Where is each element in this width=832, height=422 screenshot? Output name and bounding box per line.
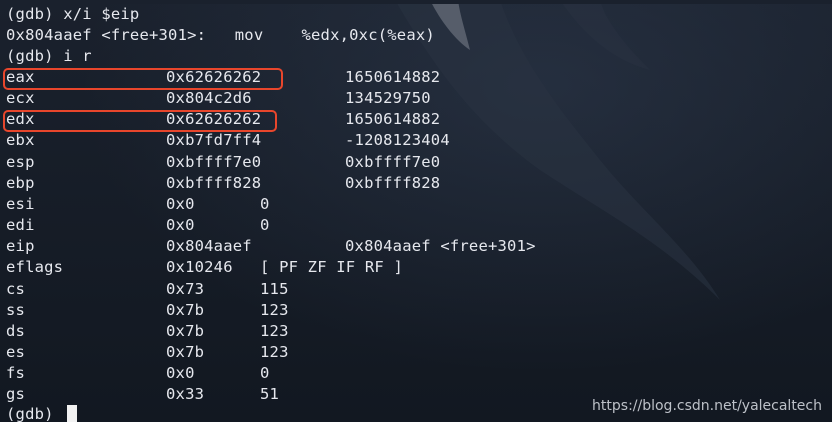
register-hex-value: 0x0: [166, 216, 195, 234]
register-hex-value: 0x7b: [166, 300, 205, 319]
register-name: eflags: [6, 258, 64, 277]
register-name: fs: [6, 364, 26, 383]
register-row-cs: cs 0x73 115: [6, 279, 826, 300]
register-row-edi: edi 0x0 0: [6, 215, 826, 236]
register-row-esp: esp 0xbffff7e0 0xbffff7e0: [6, 152, 826, 173]
register-name: ds: [6, 321, 26, 340]
register-hex-value: 0xbffff7e0: [166, 152, 262, 171]
gdb-command-x-i: (gdb) x/i $eip: [6, 5, 140, 23]
gdb-prompt: (gdb): [6, 405, 64, 422]
register-name: esi: [6, 194, 35, 213]
gdb-command-info-registers: (gdb) i r: [6, 47, 92, 65]
register-natural-value: 0x804aaef <free+301>: [345, 237, 536, 256]
register-natural-value: 1650614882: [345, 110, 441, 129]
register-natural-value: 0: [260, 364, 270, 383]
register-natural-value: -1208123404: [345, 131, 450, 150]
register-name: eip: [6, 237, 35, 256]
register-row-fs: fs 0x0 0: [6, 363, 826, 384]
register-hex-value: 0x73: [166, 279, 205, 298]
register-natural-value: 51: [260, 385, 280, 404]
register-natural-value: 1650614882: [345, 68, 441, 86]
register-natural-value: 0xbffff7e0: [345, 152, 441, 171]
register-name: edi: [6, 216, 35, 234]
register-natural-value: 123: [260, 321, 289, 340]
register-name: cs: [6, 279, 26, 298]
register-row-es: es 0x7b 123: [6, 342, 826, 363]
terminal-window[interactable]: (gdb) x/i $eip 0x804aaef <free+301>: mov…: [0, 0, 832, 422]
register-hex-value: 0x7b: [166, 342, 205, 361]
register-row-esi: esi 0x0 0: [6, 194, 826, 215]
register-natural-value: 0xbffff828: [345, 173, 441, 192]
register-name: ecx: [6, 89, 35, 108]
register-hex-value: 0xb7fd7ff4: [166, 131, 262, 150]
register-row-eflags: eflags 0x10246 [ PF ZF IF RF ]: [6, 257, 826, 278]
register-name: gs: [6, 385, 26, 404]
gdb-prompt-line[interactable]: (gdb): [6, 404, 78, 422]
register-natural-value: [ PF ZF IF RF ]: [260, 258, 403, 277]
text-cursor: [67, 405, 78, 422]
register-name: esp: [6, 152, 35, 171]
register-natural-value: 123: [260, 342, 289, 361]
register-name: ss: [6, 300, 26, 319]
register-hex-value: 0x33: [166, 385, 205, 404]
register-hex-value: 0x804aaef: [166, 237, 252, 256]
register-hex-value: 0x804c2d6: [166, 89, 252, 108]
register-hex-value: 0x0: [166, 364, 195, 383]
register-row-eip: eip 0x804aaef 0x804aaef <free+301>: [6, 236, 826, 257]
register-row-ss: ss 0x7b 123: [6, 300, 826, 321]
edx-highlight-box: [3, 110, 277, 132]
register-hex-value: 0x7b: [166, 321, 205, 340]
register-name: ebx: [6, 131, 35, 150]
register-natural-value: 0: [260, 216, 270, 234]
register-row-ds: ds 0x7b 123: [6, 321, 826, 342]
register-hex-value: 0x0: [166, 194, 195, 213]
register-natural-value: 115: [260, 279, 289, 298]
register-name: es: [6, 342, 26, 361]
register-natural-value: 134529750: [345, 89, 431, 108]
watermark-url: https://blog.csdn.net/yalecaltech: [592, 398, 822, 414]
eax-highlight-box: [3, 68, 283, 90]
register-natural-value: 0: [260, 194, 270, 213]
instruction-output: 0x804aaef <free+301>: mov %edx,0xc(%eax): [6, 26, 435, 44]
register-hex-value: 0xbffff828: [166, 173, 262, 192]
register-name: ebp: [6, 173, 35, 192]
register-row-ecx: ecx 0x804c2d6 134529750: [6, 88, 826, 109]
register-row-ebp: ebp 0xbffff828 0xbffff828: [6, 173, 826, 194]
register-row-ebx: ebx 0xb7fd7ff4 -1208123404: [6, 130, 826, 151]
register-natural-value: 123: [260, 300, 289, 319]
register-hex-value: 0x10246: [166, 258, 233, 277]
